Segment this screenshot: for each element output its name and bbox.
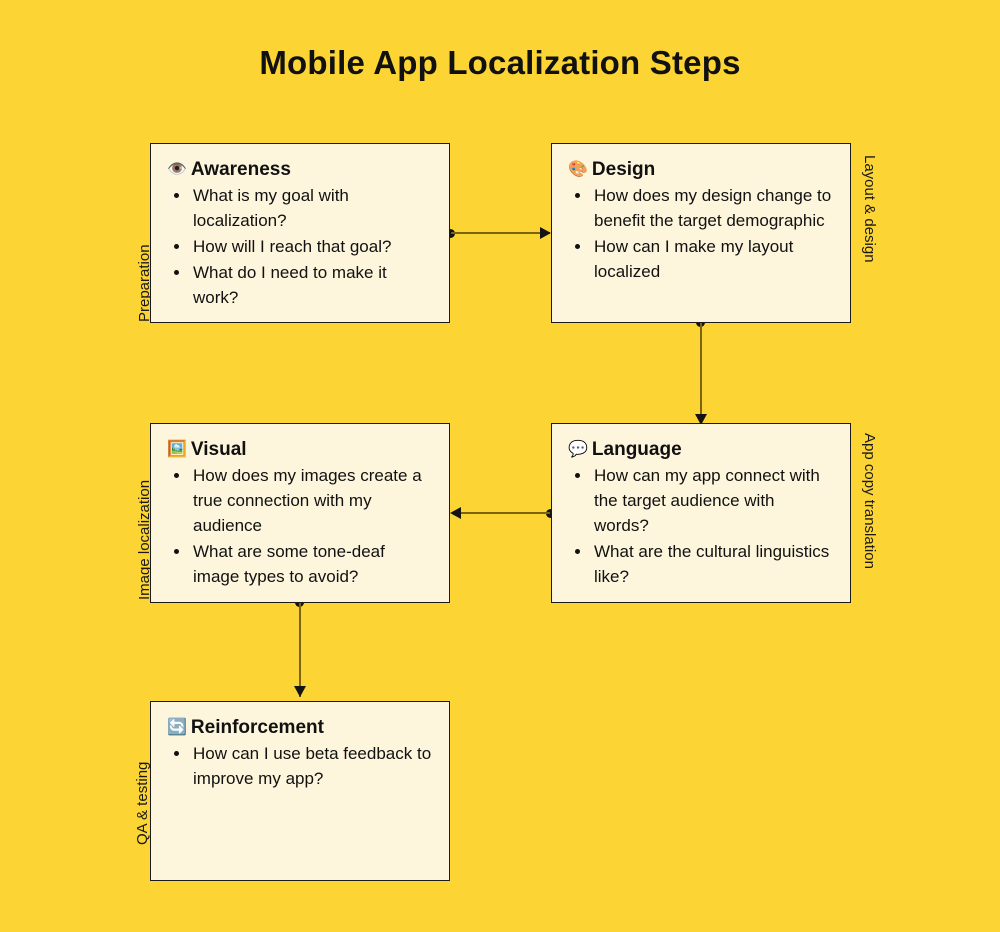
- node-reinforcement-header: 🔄 Reinforcement: [167, 716, 433, 740]
- connector-line: [299, 603, 301, 697]
- node-language-title: Language: [591, 439, 682, 460]
- page-title: Mobile App Localization Steps: [259, 44, 741, 81]
- list-item: What are the cultural linguistics like?: [592, 540, 834, 590]
- eye-icon: 👁️: [167, 161, 187, 178]
- connector-line: [451, 232, 550, 234]
- speech-balloon-icon: 💬: [568, 441, 588, 458]
- node-language-header: 💬 Language: [568, 438, 834, 462]
- node-design-list: How does my design change to benefit the…: [568, 184, 834, 285]
- arrow-head-right: [540, 227, 551, 239]
- node-language[interactable]: 💬Language How can my app connect with th…: [551, 423, 851, 603]
- node-awareness-title: Awareness: [190, 159, 291, 180]
- list-item: How does my design change to benefit the…: [592, 184, 834, 234]
- lane-label-layout-design: Layout & design: [861, 155, 878, 263]
- list-item: What are some tone-deaf image types to a…: [191, 540, 433, 590]
- node-design-header: 🎨 Design: [568, 158, 834, 182]
- counterclockwise-arrows-icon: 🔄: [167, 719, 187, 736]
- node-visual-title: Visual: [190, 439, 247, 460]
- list-item: How can I use beta feedback to improve m…: [191, 742, 433, 792]
- list-item: What do I need to make it work?: [191, 261, 433, 311]
- node-awareness-header: 👁️ Awareness: [167, 158, 433, 182]
- artist-palette-icon: 🎨: [568, 161, 588, 178]
- connector-line: [700, 323, 702, 425]
- node-design[interactable]: 🎨Design How does my design change to ben…: [551, 143, 851, 323]
- list-item: How can I make my layout localized: [592, 235, 834, 285]
- node-visual[interactable]: 🖼️Visual How does my images create a tru…: [150, 423, 450, 603]
- list-item: How does my images create a true connect…: [191, 464, 433, 539]
- framed-picture-icon: 🖼️: [167, 441, 187, 458]
- lane-label-qa-testing: QA & testing: [134, 761, 151, 845]
- node-design-title: Design: [591, 159, 656, 180]
- list-item: What is my goal with localization?: [191, 184, 433, 234]
- lane-label-app-copy-translation: App copy translation: [861, 433, 878, 569]
- node-awareness-list: What is my goal with localization? How w…: [167, 184, 433, 311]
- diagram-canvas: Mobile App Localization Steps Preparatio…: [0, 0, 1000, 932]
- list-item: How will I reach that goal?: [191, 235, 433, 260]
- node-language-list: How can my app connect with the target a…: [568, 464, 834, 590]
- node-reinforcement-title: Reinforcement: [190, 717, 324, 738]
- node-awareness[interactable]: 👁️Awareness What is my goal with localiz…: [150, 143, 450, 323]
- connector-line: [452, 512, 550, 514]
- node-reinforcement[interactable]: 🔄Reinforcement How can I use beta feedba…: [150, 701, 450, 881]
- arrow-head-down: [294, 686, 306, 697]
- node-visual-list: How does my images create a true connect…: [167, 464, 433, 590]
- node-reinforcement-list: How can I use beta feedback to improve m…: [167, 742, 433, 792]
- arrow-head-left: [450, 507, 461, 519]
- node-visual-header: 🖼️ Visual: [167, 438, 433, 462]
- list-item: How can my app connect with the target a…: [592, 464, 834, 539]
